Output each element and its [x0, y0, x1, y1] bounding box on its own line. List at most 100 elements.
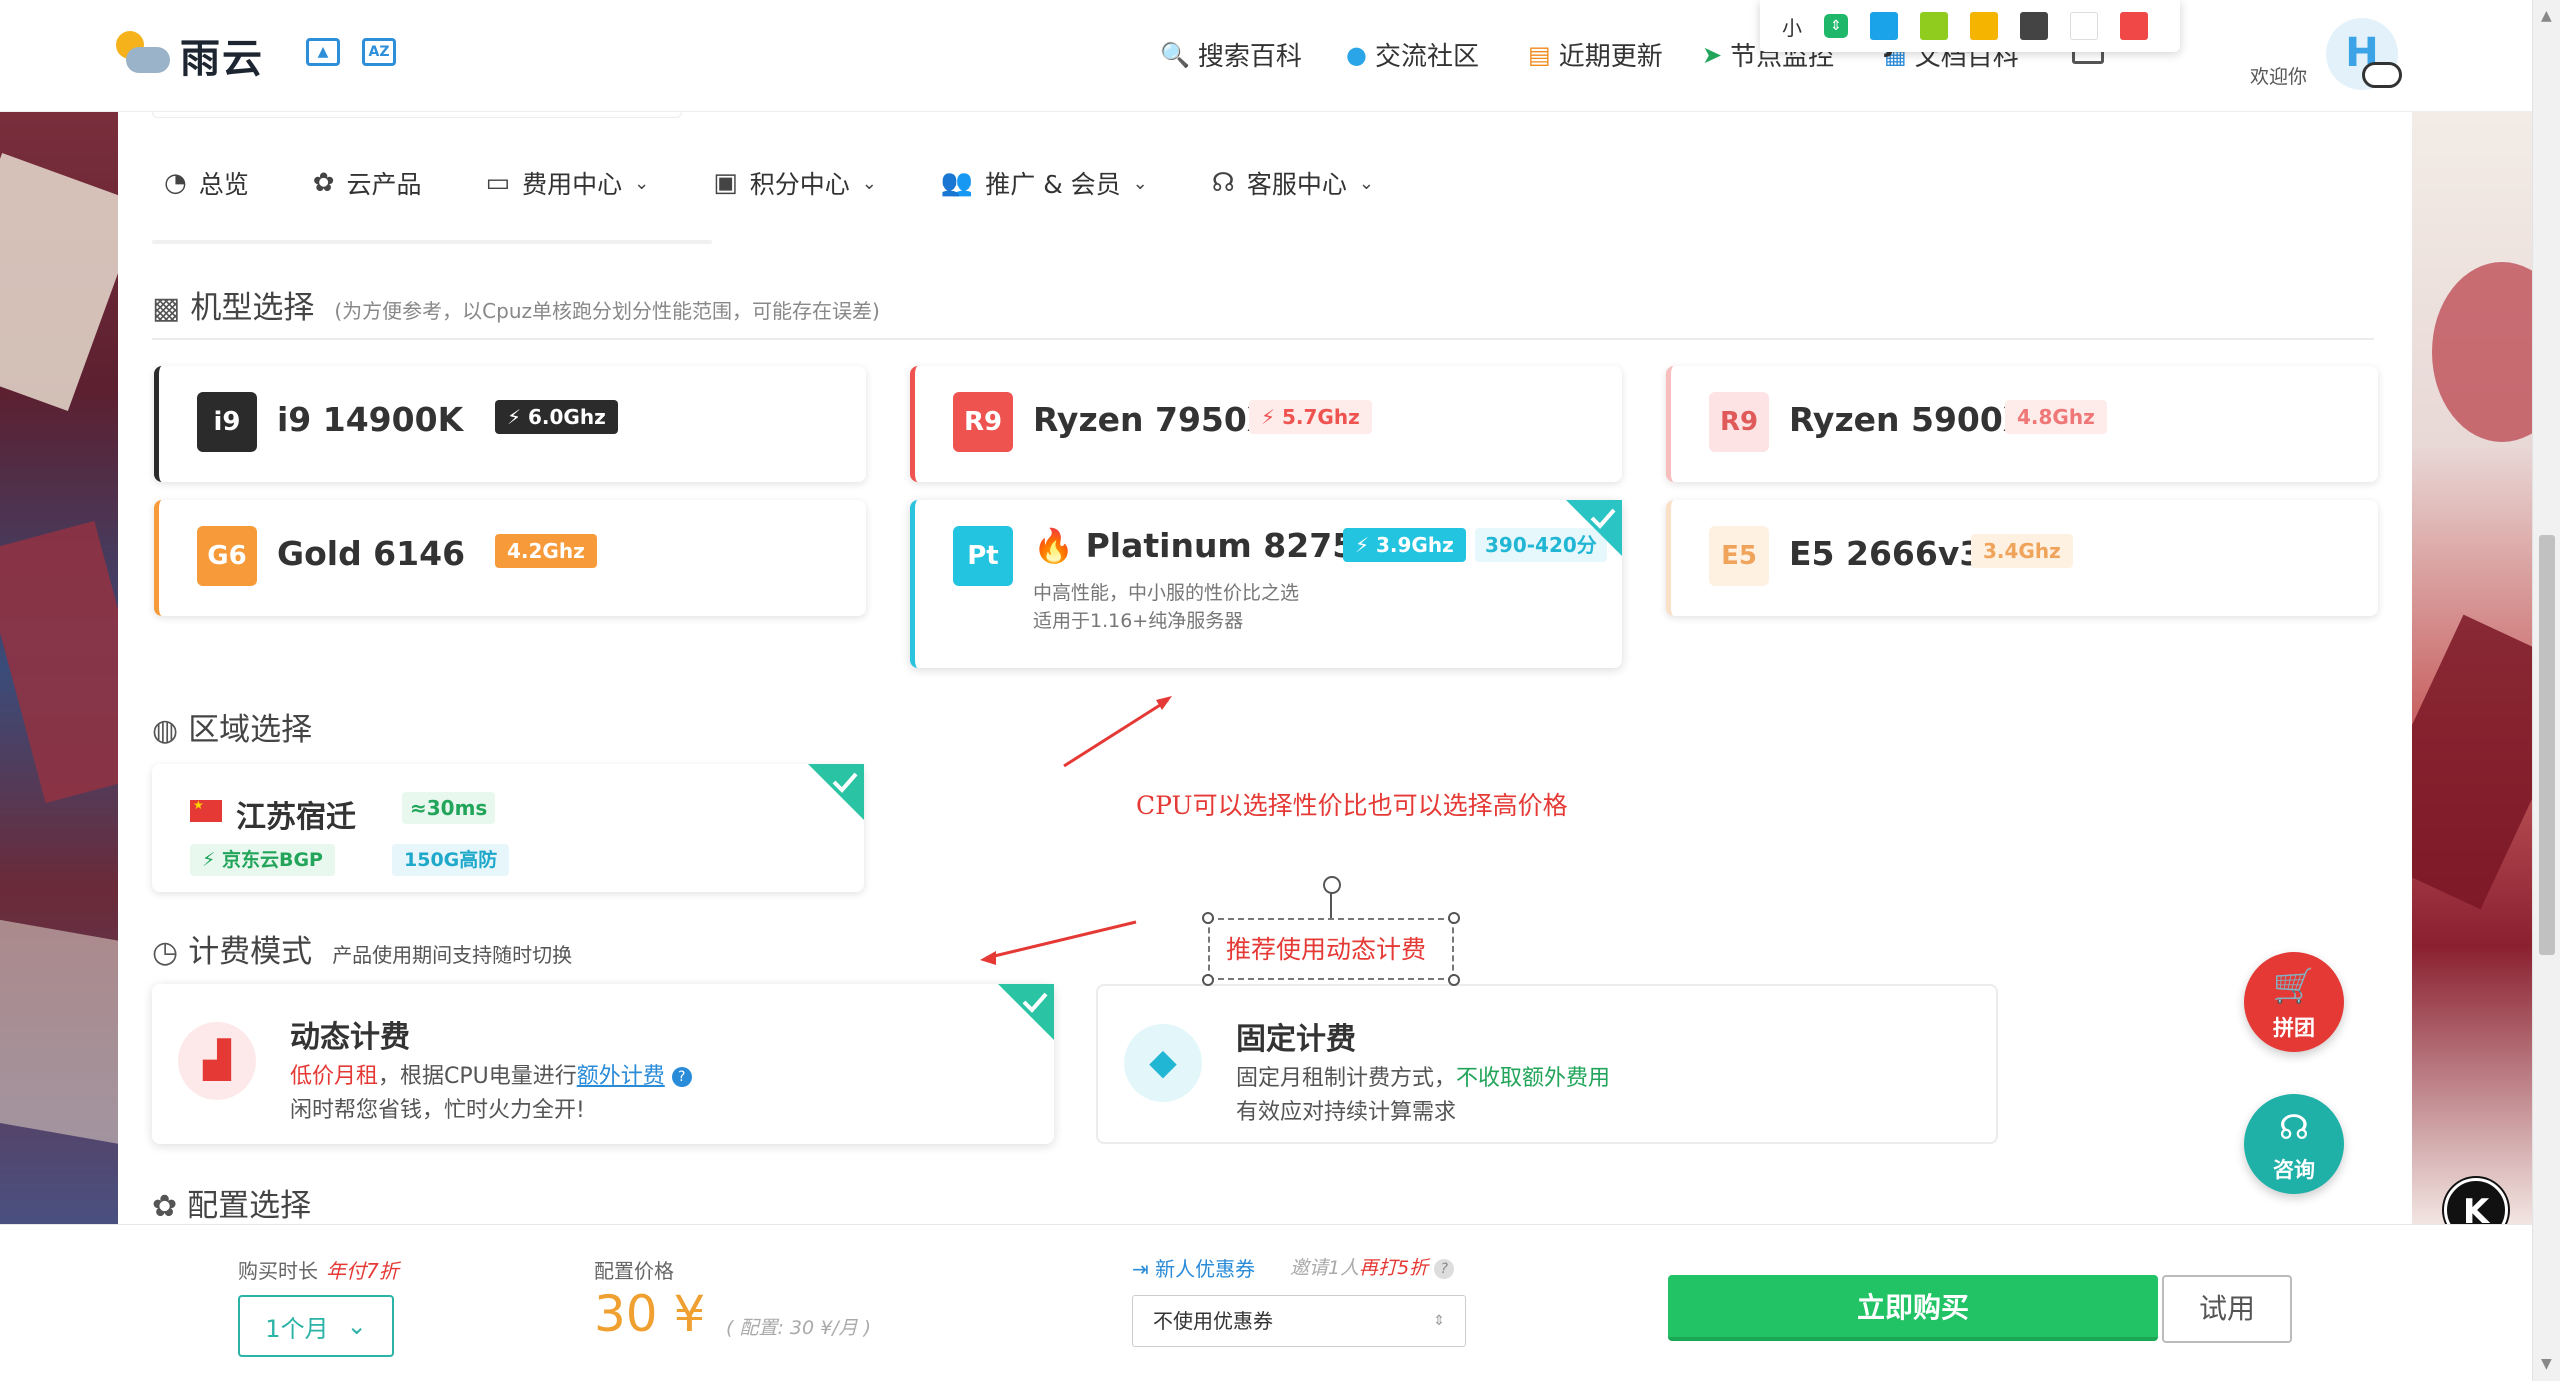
trial-button[interactable]: 试用: [2162, 1275, 2292, 1343]
coupon-select[interactable]: 不使用优惠券 ⇕: [1132, 1295, 1466, 1347]
flame-icon: 🔥: [1033, 526, 1075, 565]
buy-now-button[interactable]: 立即购买: [1668, 1275, 2158, 1341]
cpu-desc-line2: 适用于1.16+纯净服务器: [1033, 610, 1244, 632]
scroll-up-icon[interactable]: ▲: [2541, 8, 2552, 24]
region-card-jiangsu-suqian[interactable]: 江苏宿迁 ≈30ms ⚡ 京东云BGP 150G高防: [152, 764, 864, 892]
billing-section-title: ◷ 计费模式 产品使用期间支持随时切换: [152, 926, 572, 971]
float-label: 拼团: [2273, 1016, 2315, 1040]
theme-picker: 小 ⇕: [1760, 0, 2180, 52]
brand-logo[interactable]: 雨云: [112, 26, 264, 84]
select-arrows-icon: ⇕: [1433, 1313, 1445, 1329]
rotate-handle[interactable]: [1323, 876, 1341, 894]
cpu-name: E5 2666v3: [1789, 534, 1983, 573]
nav-search-wiki[interactable]: 🔍 搜索百科: [1160, 36, 1302, 73]
theme-swatch-yellow[interactable]: [1970, 12, 1998, 40]
section-divider: [152, 338, 2374, 340]
coupon-label-text: 新人优惠券: [1155, 1257, 1256, 1281]
cpu-name: 🔥 Platinum 8275cl: [1033, 526, 1386, 566]
cart-icon: 🛒: [2272, 966, 2316, 1006]
billing-highlight: 不收取额外费用: [1456, 1066, 1611, 1091]
annotation-cpu-note: CPU可以选择性价比也可以选择高价格: [1136, 791, 1568, 820]
globe-icon: ◍: [152, 713, 179, 748]
nav-community[interactable]: ● 交流社区: [1346, 36, 1479, 73]
billing-highlight: 低价月租: [290, 1064, 379, 1089]
subnav-points-center[interactable]: ▣ 积分中心 ⌄: [713, 165, 877, 201]
search-icon: 🔍: [1160, 40, 1190, 69]
cpu-card-gold-6146[interactable]: G6 Gold 6146 4.2Ghz: [154, 500, 866, 616]
selected-check-icon: [998, 984, 1054, 1040]
image-icon[interactable]: ▲: [306, 38, 340, 66]
group-buy-button[interactable]: 🛒 拼团: [2244, 952, 2344, 1052]
cpu-card-e5-2666v3[interactable]: E5 E5 2666v3 3.4Ghz: [1666, 500, 2378, 616]
scrollbar-thumb[interactable]: [2539, 535, 2555, 955]
cpu-name: Ryzen 7950X: [1033, 400, 1273, 439]
consult-button[interactable]: ☊ 咨询: [2244, 1094, 2344, 1194]
scroll-down-icon[interactable]: ▼: [2541, 1356, 2552, 1372]
duration-select[interactable]: 1个月 ⌄: [238, 1295, 394, 1357]
login-icon: ⇥: [1132, 1257, 1149, 1281]
cubes-icon: ✿: [152, 1189, 178, 1224]
main-panel: ◔ 总览 ✿ 云产品 ▭ 费用中心 ⌄ ▣ 积分中心 ⌄ 👥 推广 & 会员 ⌄…: [118, 112, 2412, 1224]
theme-swatch-white[interactable]: [2070, 12, 2098, 40]
theme-swatch-red[interactable]: [2120, 12, 2148, 40]
help-icon[interactable]: ?: [671, 1067, 692, 1087]
cpu-ghz-badge: 4.2Ghz: [495, 534, 597, 568]
theme-swatch-dark[interactable]: [2020, 12, 2048, 40]
page-scrollbar[interactable]: ▲ ▼: [2532, 0, 2560, 1381]
switch-icon[interactable]: ⇕: [1824, 14, 1848, 38]
duration-value: 1个月: [265, 1314, 329, 1343]
purchase-bar: 购买时长 年付7折 1个月 ⌄ 配置价格 30 ¥ ( 配置: 30 ¥/月 ) …: [0, 1224, 2532, 1381]
billing-card-dynamic[interactable]: ▟ 动态计费 低价月租，根据CPU电量进行额外计费 ? 闲时帮您省钱，忙时火力全…: [152, 984, 1054, 1144]
coupon-label[interactable]: ⇥ 新人优惠券: [1132, 1253, 1255, 1282]
chevron-down-icon: ⌄: [1358, 172, 1374, 194]
cpu-ghz-badge: ⚡ 5.7Ghz: [1249, 400, 1372, 434]
cpu-badge: i9: [197, 392, 257, 452]
price-note: ( 配置: 30 ¥/月 ): [726, 1317, 872, 1339]
billing-text: ，根据CPU电量进行: [378, 1064, 577, 1089]
price-label: 配置价格: [594, 1259, 674, 1283]
cpu-card-i9-14900k[interactable]: i9 i9 14900K ⚡ 6.0Ghz: [154, 366, 866, 482]
selected-check-icon: [808, 764, 864, 820]
subnav-overview[interactable]: ◔ 总览: [164, 165, 249, 201]
cpu-ghz-badge: 3.4Ghz: [1971, 534, 2073, 568]
price-value: 30 ¥: [594, 1285, 706, 1343]
selected-check-icon: [1566, 500, 1622, 556]
cpu-card-ryzen-7950x[interactable]: R9 Ryzen 7950X ⚡ 5.7Ghz: [910, 366, 1622, 482]
chevron-down-icon: ⌄: [1132, 172, 1148, 194]
subnav-promotion-member[interactable]: 👥 推广 & 会员 ⌄: [941, 165, 1148, 201]
translate-icon[interactable]: AZ: [362, 38, 396, 66]
cpu-ghz-badge: ⚡ 6.0Ghz: [495, 400, 618, 434]
cpu-card-ryzen-5900x[interactable]: R9 Ryzen 5900X 4.8Ghz: [1666, 366, 2378, 482]
billing-card-fixed[interactable]: ◆ 固定计费 固定月租制计费方式，不收取额外费用 有效应对持续计算需求: [1096, 984, 1998, 1144]
cpu-card-platinum-8275cl[interactable]: Pt 🔥 Platinum 8275cl ⚡ 3.9Ghz 390-420分 中…: [910, 500, 1622, 668]
subnav-billing-center[interactable]: ▭ 费用中心 ⌄: [486, 165, 650, 201]
billing-text: 固定月租制计费方式，: [1236, 1066, 1457, 1091]
duration-discount: 年付7折: [326, 1259, 399, 1283]
headset-icon: ☊: [1211, 168, 1235, 198]
cpu-badge: E5: [1709, 526, 1769, 586]
subnav-support-center[interactable]: ☊ 客服中心 ⌄: [1212, 165, 1374, 201]
section-heading: 计费模式: [188, 934, 313, 970]
nav-label: 搜索百科: [1197, 42, 1302, 72]
theme-swatch-blue[interactable]: [1870, 12, 1898, 40]
resize-handle[interactable]: [1202, 912, 1214, 924]
section-heading: 区域选择: [188, 712, 313, 748]
invite-highlight: 再打5折: [1359, 1257, 1429, 1279]
cpu-badge: Pt: [953, 526, 1013, 586]
chevron-down-icon: ⌄: [634, 172, 650, 194]
section-subtitle: (为方便参考，以Cpuz单核跑分划分性能范围，可能存在误差): [334, 299, 880, 323]
theme-swatch-green[interactable]: [1920, 12, 1948, 40]
resize-handle[interactable]: [1202, 974, 1214, 986]
font-size-toggle[interactable]: 小: [1782, 12, 1802, 41]
subnav-cloud-products[interactable]: ✿ 云产品: [313, 165, 422, 201]
extra-billing-link[interactable]: 额外计费: [577, 1064, 665, 1089]
invite-text: 邀请1人: [1290, 1257, 1360, 1279]
resize-handle[interactable]: [1448, 912, 1460, 924]
resize-handle[interactable]: [1448, 974, 1460, 986]
nav-updates[interactable]: ▤ 近期更新: [1528, 36, 1663, 73]
region-network-tag: ⚡ 京东云BGP: [190, 844, 335, 876]
china-flag-icon: [190, 798, 222, 822]
help-icon[interactable]: ?: [1434, 1258, 1455, 1279]
users-icon: 👥: [940, 168, 974, 198]
billing-title: 固定计费: [1236, 1022, 1356, 1057]
